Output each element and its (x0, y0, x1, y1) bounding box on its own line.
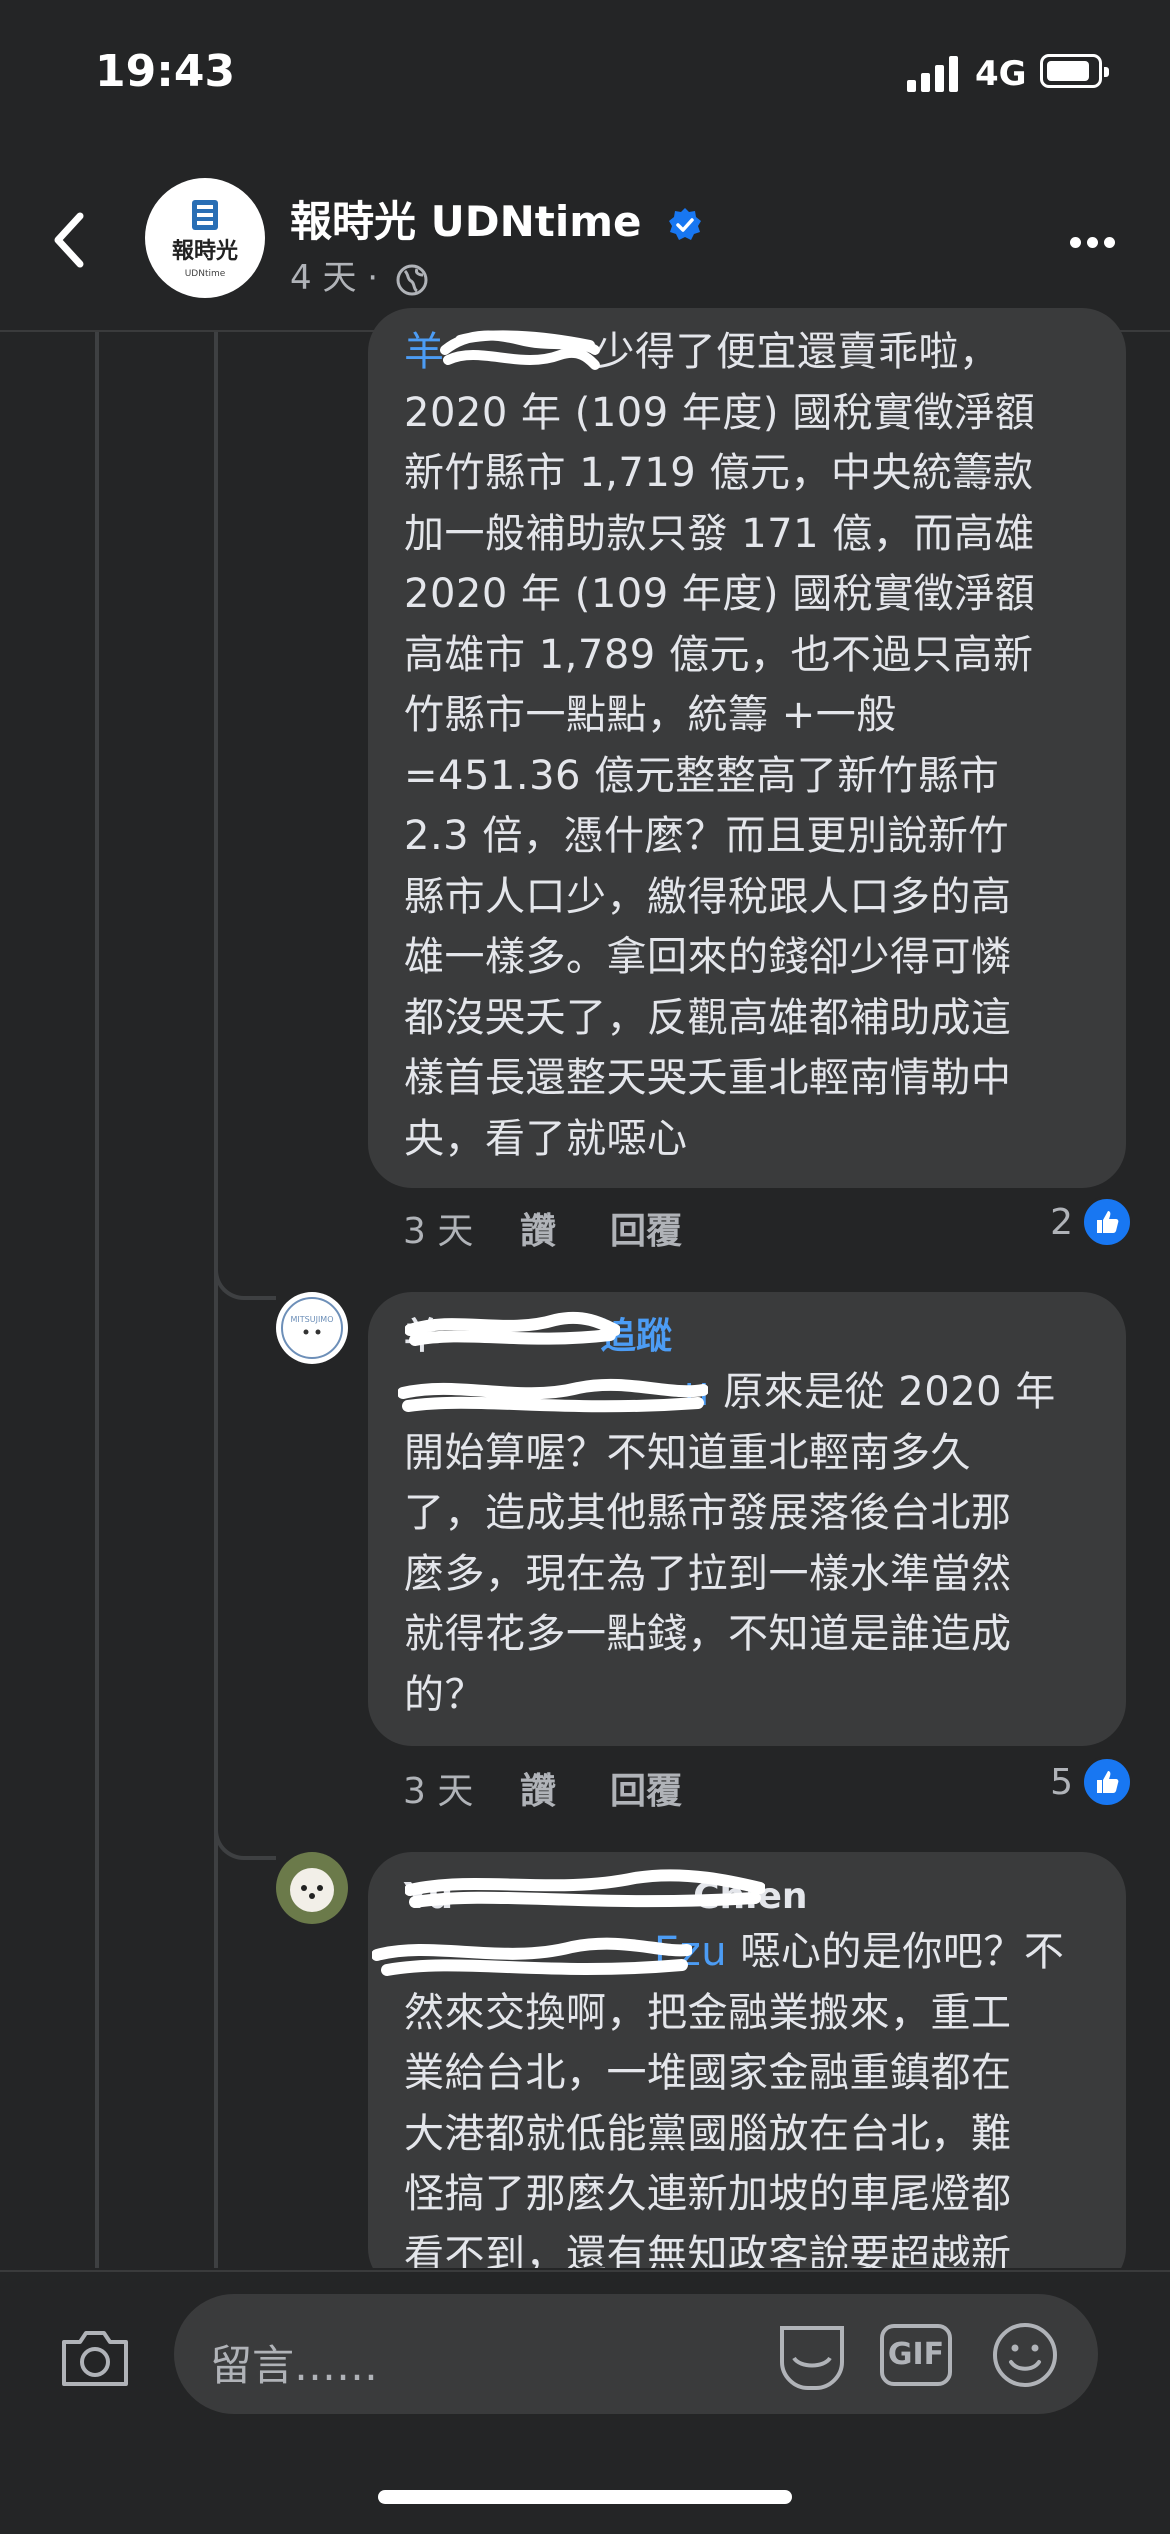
post-age: 4 天 (290, 258, 357, 298)
post-meta: 4 天 · (290, 250, 429, 299)
reply-connector (214, 1240, 276, 1300)
gif-button[interactable]: GIF (880, 2324, 952, 2386)
comment-bubble: 羊少得了便宜還賣乖啦， 2020 年 (109 年度) 國稅實徵淨額 新竹縣市 … (368, 308, 1126, 1188)
reply-button[interactable]: 回覆 (610, 1762, 682, 1814)
redaction-scribble (440, 330, 600, 370)
like-button[interactable]: 讚 (520, 1762, 556, 1814)
home-indicator[interactable] (378, 2490, 792, 2504)
comment-bubble: 羊追蹤 u 原來是從 2020 年 開始算喔？不知道重北輕南多久 了，造成其他縣… (368, 1292, 1126, 1746)
status-time: 19:43 (95, 46, 236, 97)
back-icon[interactable] (50, 210, 90, 270)
sticker-icon[interactable] (774, 2316, 850, 2396)
verified-badge-icon (669, 207, 702, 240)
mention-link[interactable]: 羊 (404, 329, 445, 375)
svg-text:UDNtime: UDNtime (185, 269, 226, 279)
comment-age: 3 天 (403, 1211, 474, 1252)
svg-text:報時光: 報時光 (172, 238, 238, 264)
comment-placeholder: 留言…… (210, 2341, 379, 2390)
page-name-text[interactable]: 報時光 UDNtime (290, 197, 641, 246)
redaction-scribble (405, 1869, 765, 1908)
more-options-icon[interactable] (1070, 233, 1121, 252)
reply-button[interactable]: 回覆 (610, 1202, 682, 1254)
redaction-scribble (405, 1311, 620, 1346)
emoji-icon[interactable] (990, 2320, 1060, 2390)
signal-icon (907, 56, 958, 92)
status-bar: 19:43 4G (0, 0, 1170, 150)
thread-line-outer (95, 332, 99, 2270)
network-type: 4G (975, 54, 1027, 94)
comment-actions: 3 天 讚 回覆 5 (403, 1756, 1133, 1816)
comment-input[interactable]: 留言…… GIF (174, 2294, 1098, 2414)
commenter-avatar[interactable]: MITSUJIMO (276, 1292, 348, 1364)
like-reaction-icon (1081, 1756, 1133, 1808)
redaction-scribble (398, 1378, 708, 1413)
comment-bubble: Yu Chien Ezu 噁心的是你吧？不 然來交換啊，把金融業搬來，重工 業給台… (368, 1852, 1126, 2292)
reply-connector (214, 1800, 276, 1860)
camera-icon[interactable] (58, 2326, 132, 2390)
redaction-scribble (372, 1937, 692, 1976)
udntime-logo-icon: 報時光 UDNtime (172, 200, 238, 279)
meta-separator: · (367, 258, 379, 298)
comment-actions: 3 天 讚 回覆 2 (403, 1196, 1133, 1256)
reaction-count[interactable]: 5 (1050, 1762, 1073, 1803)
comment-text: 然來交換啊，把金融業搬來，重工 業給台北，一堆國家金融重鎮都在 大港都就低能黨國… (404, 1989, 1012, 2278)
commenter-avatar[interactable] (276, 1852, 348, 1924)
thread-line-inner (214, 332, 218, 2270)
page-avatar[interactable]: 報時光 UDNtime (145, 178, 265, 298)
like-reaction-icon (1081, 1196, 1133, 1248)
comment-age: 3 天 (403, 1771, 474, 1812)
svg-text:MITSUJIMO: MITSUJIMO (291, 1315, 334, 1324)
like-button[interactable]: 讚 (520, 1202, 556, 1254)
reaction-count[interactable]: 2 (1050, 1202, 1073, 1243)
battery-icon (1040, 54, 1109, 88)
post-header: 報時光 UDNtime 報時光 UDNtime 4 天 · (0, 150, 1170, 332)
page-name[interactable]: 報時光 UDNtime (290, 188, 704, 249)
comment-text: 2020 年 (109 年度) 國稅實徵淨額 新竹縣市 1,719 億元，中央統… (404, 389, 1036, 1162)
globe-icon (396, 264, 428, 295)
comment-text: 開始算喔？不知道重北輕南多久 了，造成其他縣市發展落後台北那 麼多，現在為了拉到… (404, 1429, 1012, 1718)
